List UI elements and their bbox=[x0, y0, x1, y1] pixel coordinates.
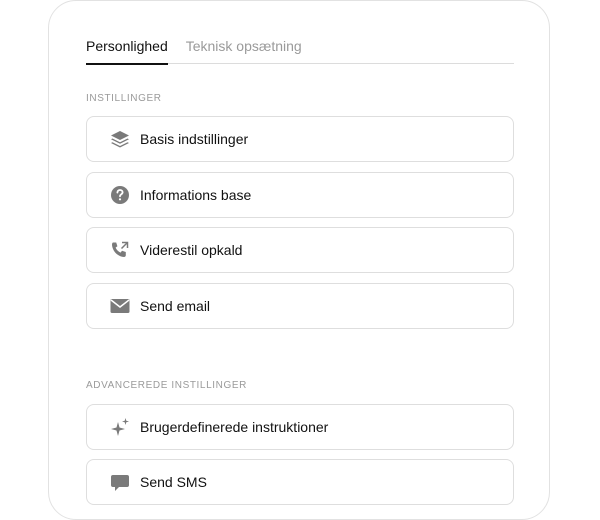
section-label-advanced: ADVANCEREDE INSTILLINGER bbox=[86, 380, 247, 391]
settings-item-label: Basis indstillinger bbox=[140, 131, 249, 147]
settings-item-label: Viderestil opkald bbox=[140, 242, 243, 258]
tab-teknisk-opsaetning[interactable]: Teknisk opsætning bbox=[186, 36, 302, 63]
advanced-item-label: Brugerdefinerede instruktioner bbox=[140, 419, 329, 435]
settings-item-informations-base[interactable]: Informations base bbox=[86, 172, 514, 218]
sparkles-icon bbox=[109, 416, 131, 438]
question-circle-icon bbox=[109, 184, 131, 206]
settings-item-send-email[interactable]: Send email bbox=[86, 283, 514, 329]
advanced-item-label: Send SMS bbox=[140, 474, 207, 490]
phone-forward-icon bbox=[109, 239, 131, 261]
settings-item-label: Informations base bbox=[140, 187, 252, 203]
tab-bar: Personlighed Teknisk opsætning bbox=[86, 36, 514, 65]
settings-item-viderestil-opkald[interactable]: Viderestil opkald bbox=[86, 227, 514, 273]
settings-item-label: Send email bbox=[140, 298, 211, 314]
tab-personlighed[interactable]: Personlighed bbox=[86, 36, 168, 65]
layers-icon bbox=[109, 128, 131, 150]
advanced-item-send-sms[interactable]: Send SMS bbox=[86, 459, 514, 505]
advanced-item-brugerdefinerede-instruktioner[interactable]: Brugerdefinerede instruktioner bbox=[86, 404, 514, 450]
envelope-icon bbox=[109, 295, 131, 317]
message-icon bbox=[109, 471, 131, 493]
settings-item-basis[interactable]: Basis indstillinger bbox=[86, 116, 514, 162]
section-label-settings: INSTILLINGER bbox=[86, 93, 162, 104]
